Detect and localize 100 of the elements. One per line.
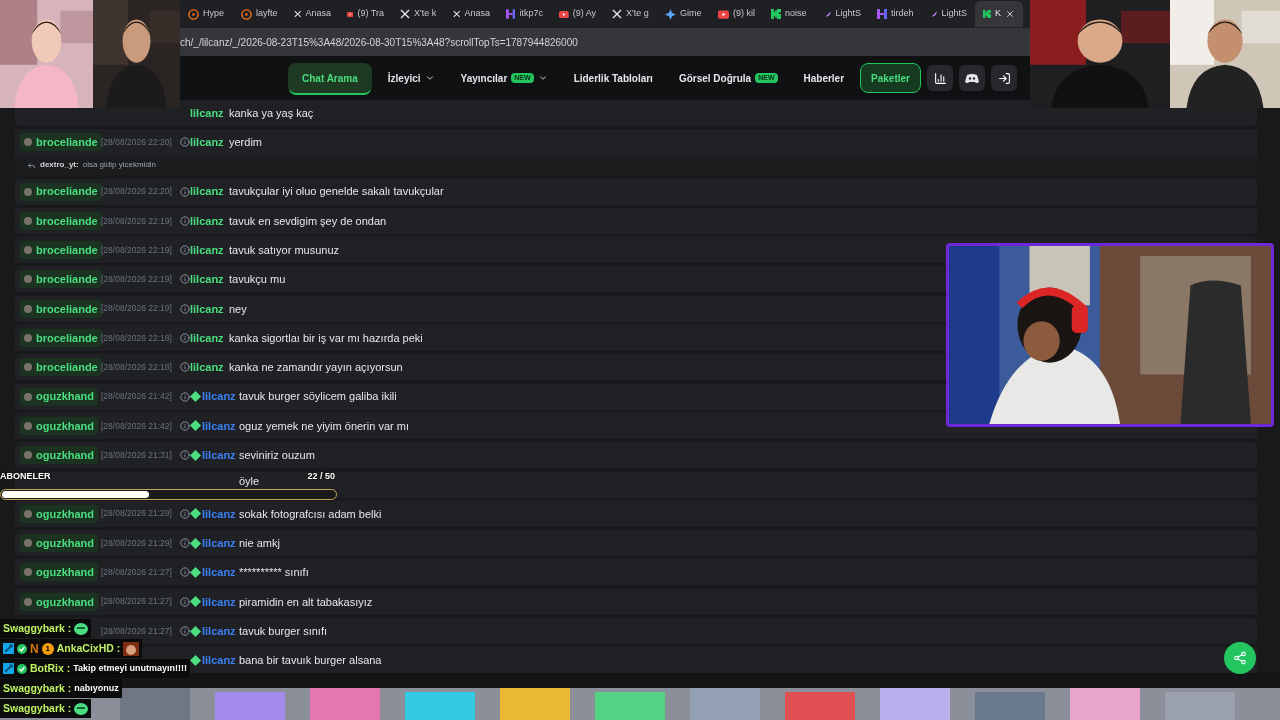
browser-tab[interactable]: Gime	[657, 1, 710, 27]
timestamp: [28/08/2026 21:42]	[101, 419, 172, 433]
diamond-icon	[190, 654, 201, 666]
channel-name: lilcanz	[190, 242, 224, 258]
username-chip[interactable]: broceliande	[20, 329, 102, 348]
browser-tab[interactable]: LightS	[816, 1, 869, 27]
username-chip[interactable]: oguzkhand	[20, 534, 99, 553]
username-chip[interactable]: broceliande	[20, 270, 102, 289]
stream-chat-user: BotRix :	[30, 660, 71, 676]
message-text: seviniriz ouzum	[239, 448, 315, 463]
channel-name: lilcanz	[202, 535, 236, 551]
info-icon	[180, 186, 190, 197]
k-logo-icon	[983, 9, 991, 19]
username-chip[interactable]: oguzkhand	[20, 563, 99, 582]
reply-user: dextro_yt:	[40, 159, 79, 172]
username-chip[interactable]: broceliande	[20, 241, 102, 260]
info-icon	[180, 215, 190, 226]
message-text: oguz yemek ne yiyim önerin var mı	[239, 418, 409, 434]
username-chip[interactable]: broceliande	[20, 358, 102, 377]
info-icon	[180, 362, 190, 373]
diamond-icon	[190, 537, 201, 549]
login-button[interactable]	[991, 65, 1017, 91]
avatar-icon	[24, 246, 32, 255]
diamond-icon	[190, 596, 201, 608]
timestamp: [28/08/2026 22:18]	[101, 361, 172, 374]
channel-name: lilcanz	[202, 565, 236, 581]
username-chip[interactable]: oguzkhand	[20, 416, 99, 435]
nav-tab[interactable]: Chat Arama	[288, 63, 372, 93]
browser-tab[interactable]: X'te g	[604, 1, 657, 27]
info-icon	[180, 137, 190, 148]
avatar-icon	[24, 597, 32, 606]
diamond-icon	[190, 391, 201, 403]
nav-tab[interactable]: Liderlik Tabloları	[563, 63, 663, 93]
info-icon	[180, 596, 190, 607]
timestamp: [28/08/2026 21:29]	[101, 507, 172, 521]
browser-tab[interactable]: (9) Ay	[551, 1, 604, 27]
share-icon	[1233, 651, 1247, 665]
close-icon[interactable]	[1005, 9, 1015, 19]
browser-tab[interactable]: Anasa	[445, 1, 498, 27]
avatar-icon	[24, 509, 32, 518]
browser-tab[interactable]: Hype	[180, 1, 233, 27]
browser-tab[interactable]: (9) Tra	[339, 1, 392, 27]
browser-tab[interactable]: tirdeh	[869, 1, 922, 27]
browser-tab[interactable]: noise	[763, 1, 816, 27]
x-logo-icon	[294, 9, 302, 19]
info-icon	[180, 274, 190, 285]
avatar-icon	[24, 363, 32, 372]
nav-tab[interactable]: İzleyici	[377, 63, 445, 93]
browser-tab[interactable]: layfte	[233, 1, 286, 27]
nav-tab[interactable]: Haberler	[793, 63, 855, 93]
info-icon	[180, 508, 190, 519]
username-chip[interactable]: oguzkhand	[20, 504, 99, 523]
play-icon	[718, 9, 729, 19]
username-chip[interactable]: broceliande	[20, 182, 102, 201]
username-chip[interactable]: oguzkhand	[20, 387, 99, 406]
channel-name: lilcanz	[190, 272, 224, 288]
channel-name: lilcanz	[202, 653, 236, 669]
info-icon	[180, 450, 190, 461]
sword-badge-icon	[3, 663, 14, 674]
timestamp: [28/08/2026 22:19]	[101, 214, 172, 228]
message-text: kanka ya yaş kaç	[229, 105, 314, 121]
diamond-icon	[190, 508, 201, 520]
gamepad-icon	[965, 72, 979, 84]
rank-letter: N	[30, 640, 39, 658]
browser-tab[interactable]: X'te k	[392, 1, 445, 27]
timestamp: [28/08/2026 22:20]	[101, 185, 172, 198]
timestamp: [28/08/2026 22:19]	[101, 302, 172, 316]
check-badge-icon	[17, 643, 27, 654]
diamond-icon	[190, 625, 201, 637]
browser-tab[interactable]: LightS	[922, 1, 975, 27]
message-text: ********** sınıfı	[239, 565, 309, 581]
message-text: ney	[229, 301, 247, 317]
play-icon	[347, 9, 354, 19]
timestamp: [28/08/2026 22:18]	[101, 331, 172, 345]
discord-button[interactable]	[959, 65, 985, 91]
rank-number-badge: 1	[41, 642, 54, 655]
blob-emote-icon	[74, 702, 89, 715]
stream-chat-user: Swaggybark :	[3, 700, 72, 716]
message-text: tavuk satıyor musunuz	[229, 242, 340, 258]
stats-button[interactable]	[927, 65, 953, 91]
info-icon	[180, 626, 190, 637]
play-circle-icon	[188, 8, 199, 20]
message-text: yerdim	[229, 135, 262, 151]
avatar-icon	[24, 334, 32, 343]
channel-name: lilcanz	[190, 105, 224, 121]
browser-tab[interactable]: K	[975, 1, 1023, 27]
sword-badge-icon	[3, 643, 14, 654]
browser-tab[interactable]: itkp7c	[498, 1, 551, 27]
browser-tab[interactable]: (9) kil	[710, 1, 763, 27]
avatar-icon	[24, 187, 32, 196]
username-chip[interactable]: oguzkhand	[20, 446, 99, 465]
username-chip[interactable]: broceliande	[20, 133, 102, 152]
username-chip[interactable]: broceliande	[20, 211, 102, 230]
message-text: tavuk burger sınıfı	[239, 623, 328, 639]
username-chip[interactable]: broceliande	[20, 299, 102, 318]
stream-chat-user: Swaggybark :	[3, 680, 72, 696]
channel-name: lilcanz	[202, 418, 236, 434]
browser-tab[interactable]: Anasa	[286, 1, 339, 27]
packages-button[interactable]: Paketler	[860, 63, 921, 93]
username-chip[interactable]: oguzkhand	[20, 592, 99, 611]
